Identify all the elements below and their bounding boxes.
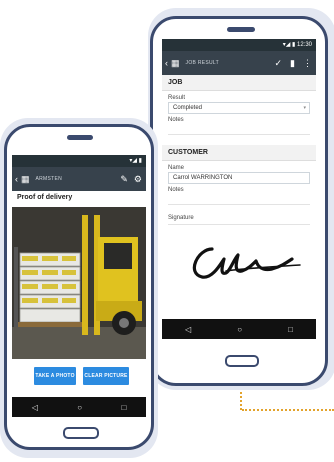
name-label: Name [168,165,185,171]
front-phone-earpiece [67,135,93,140]
proof-of-delivery-screen: ▾◢ ▮ ‹ ▦ ARMSTEN ✎ ⚙ Proof of delivery T… [12,155,146,417]
screen-title: Proof of delivery [12,191,146,205]
signature-divider [168,221,310,225]
job-notes-field[interactable] [168,123,310,135]
clear-picture-button[interactable]: CLEAR PICTURE [83,367,129,385]
status-time: 12:30 [296,42,312,48]
settings-icon[interactable]: ⚙ [134,174,142,185]
nav-recent-icon[interactable]: □ [288,325,293,334]
nav-bar: ◁ ○ □ [162,319,316,339]
back-icon[interactable]: ‹ [15,174,18,184]
app-bar: ‹ ▦ ARMSTEN ✎ ⚙ [12,167,146,191]
signature-drawing [192,247,301,279]
back-phone: ▾◢ ▮ 12:30 ‹ ▦ JOB RESULT ✓ ▮ ⋮ JOB Resu… [150,16,328,386]
job-section-header: JOB [162,75,316,91]
delete-icon[interactable]: ▮ [290,58,295,69]
front-phone-home-button [63,427,99,439]
take-photo-button[interactable]: TAKE A PHOTO [34,367,76,385]
back-phone-home-button [225,355,259,367]
overflow-menu-icon[interactable]: ⋮ [303,58,312,69]
nav-home-icon[interactable]: ○ [77,403,82,412]
result-label: Result [168,95,186,101]
dotted-connector-horizontal [242,409,334,411]
nav-home-icon[interactable]: ○ [237,325,242,334]
app-bar: ‹ ▦ JOB RESULT ✓ ▮ ⋮ [162,51,316,75]
customer-notes-field[interactable] [168,193,310,205]
delivery-photo [12,207,146,359]
back-icon[interactable]: ‹ [165,58,168,68]
status-bar: ▾◢ ▮ [12,155,146,167]
job-form: JOB Result Completed ▾ Notes CUSTOMER Na… [162,75,316,285]
pencil-icon[interactable]: ✎ [120,174,128,185]
calendar-icon: ▦ [21,173,30,184]
app-bar-title: ARMSTEN [35,176,63,182]
nav-back-icon[interactable]: ◁ [32,403,38,412]
chevron-down-icon: ▾ [303,105,306,111]
calendar-icon: ▦ [171,57,180,68]
status-bar: ▾◢ ▮ 12:30 [162,39,316,51]
result-select[interactable]: Completed ▾ [168,102,310,114]
back-phone-earpiece [227,27,255,32]
app-bar-title: JOB RESULT [185,60,219,66]
name-value: Carrol WARRINGTON [173,175,233,181]
front-phone: ▾◢ ▮ ‹ ▦ ARMSTEN ✎ ⚙ Proof of delivery T… [4,124,154,450]
stage: ▾◢ ▮ 12:30 ‹ ▦ JOB RESULT ✓ ▮ ⋮ JOB Resu… [0,0,334,462]
forklift-image [12,207,146,359]
check-icon[interactable]: ✓ [275,58,283,69]
job-result-screen: ▾◢ ▮ 12:30 ‹ ▦ JOB RESULT ✓ ▮ ⋮ JOB Resu… [162,39,316,339]
nav-back-icon[interactable]: ◁ [185,325,191,334]
nav-bar: ◁ ○ □ [12,397,146,417]
nav-recent-icon[interactable]: □ [121,403,126,412]
signature-pad[interactable] [168,229,310,285]
customer-section-header: CUSTOMER [162,145,316,161]
result-value: Completed [173,105,203,111]
name-field[interactable]: Carrol WARRINGTON [168,172,310,184]
